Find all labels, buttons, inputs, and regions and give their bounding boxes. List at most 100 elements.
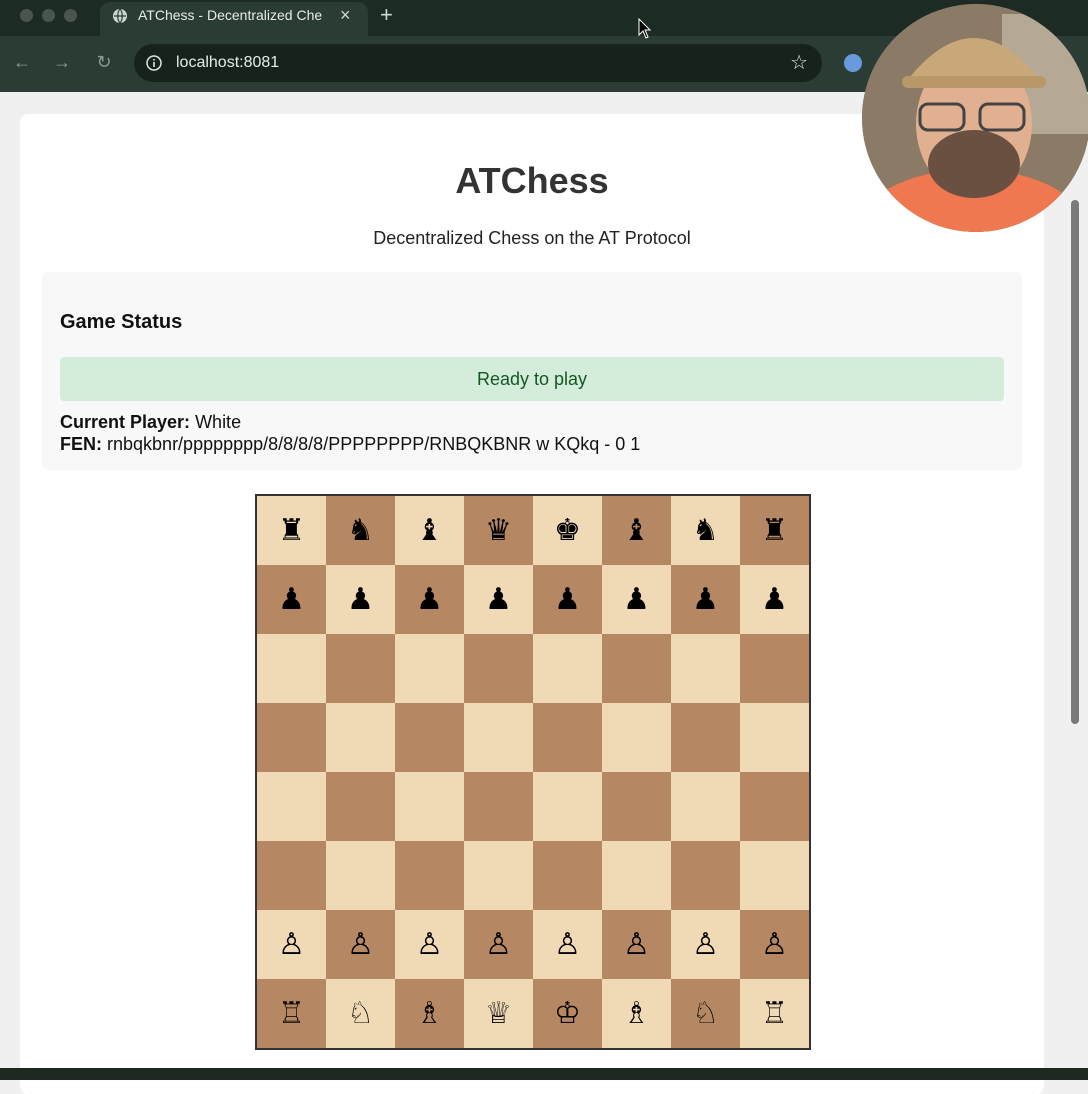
chess-piece[interactable]: ♟ (692, 582, 719, 617)
chess-piece[interactable]: ♙ (485, 927, 512, 962)
bookmark-star-icon[interactable]: ☆ (790, 52, 808, 74)
chess-piece[interactable]: ♙ (761, 927, 788, 962)
chess-piece[interactable]: ♕ (485, 996, 512, 1031)
board-square-a1[interactable]: ♖ (257, 979, 326, 1048)
chess-piece[interactable]: ♟ (416, 582, 443, 617)
chess-piece[interactable]: ♙ (692, 927, 719, 962)
chess-piece[interactable]: ♙ (347, 927, 374, 962)
board-square-b6[interactable] (326, 634, 395, 703)
chess-piece[interactable]: ♟ (623, 582, 650, 617)
board-square-c8[interactable]: ♝ (395, 496, 464, 565)
board-square-e6[interactable] (533, 634, 602, 703)
board-square-f2[interactable]: ♙ (602, 910, 671, 979)
site-info-icon[interactable] (146, 55, 162, 71)
page-scrollbar[interactable] (1071, 200, 1079, 724)
board-square-f3[interactable] (602, 841, 671, 910)
back-icon[interactable]: ← (10, 50, 34, 74)
chess-piece[interactable]: ♟ (761, 582, 788, 617)
chess-piece[interactable]: ♚ (554, 513, 581, 548)
board-square-b4[interactable] (326, 772, 395, 841)
board-square-g3[interactable] (671, 841, 740, 910)
board-square-b2[interactable]: ♙ (326, 910, 395, 979)
chess-piece[interactable]: ♟ (347, 582, 374, 617)
board-square-e2[interactable]: ♙ (533, 910, 602, 979)
board-square-g1[interactable]: ♘ (671, 979, 740, 1048)
board-square-d5[interactable] (464, 703, 533, 772)
board-square-c5[interactable] (395, 703, 464, 772)
board-square-f4[interactable] (602, 772, 671, 841)
board-square-e7[interactable]: ♟ (533, 565, 602, 634)
board-square-h6[interactable] (740, 634, 809, 703)
chess-piece[interactable]: ♗ (416, 996, 443, 1031)
board-square-a6[interactable] (257, 634, 326, 703)
chess-piece[interactable]: ♔ (554, 996, 581, 1031)
chess-piece[interactable]: ♖ (761, 996, 788, 1031)
board-square-g5[interactable] (671, 703, 740, 772)
board-square-f1[interactable]: ♗ (602, 979, 671, 1048)
chess-piece[interactable]: ♟ (485, 582, 512, 617)
board-square-d4[interactable] (464, 772, 533, 841)
chess-piece[interactable]: ♝ (623, 513, 650, 548)
board-square-h4[interactable] (740, 772, 809, 841)
chess-piece[interactable]: ♜ (278, 513, 305, 548)
board-square-e5[interactable] (533, 703, 602, 772)
board-square-e3[interactable] (533, 841, 602, 910)
board-square-d8[interactable]: ♛ (464, 496, 533, 565)
board-square-d7[interactable]: ♟ (464, 565, 533, 634)
board-square-g2[interactable]: ♙ (671, 910, 740, 979)
board-square-h1[interactable]: ♖ (740, 979, 809, 1048)
board-square-c1[interactable]: ♗ (395, 979, 464, 1048)
chess-piece[interactable]: ♙ (416, 927, 443, 962)
board-square-e1[interactable]: ♔ (533, 979, 602, 1048)
board-square-d2[interactable]: ♙ (464, 910, 533, 979)
board-square-c7[interactable]: ♟ (395, 565, 464, 634)
board-square-c4[interactable] (395, 772, 464, 841)
board-square-b3[interactable] (326, 841, 395, 910)
board-square-a3[interactable] (257, 841, 326, 910)
board-square-c3[interactable] (395, 841, 464, 910)
board-square-d1[interactable]: ♕ (464, 979, 533, 1048)
board-square-b8[interactable]: ♞ (326, 496, 395, 565)
chess-piece[interactable]: ♟ (278, 582, 305, 617)
board-square-a5[interactable] (257, 703, 326, 772)
board-square-f8[interactable]: ♝ (602, 496, 671, 565)
address-bar[interactable]: localhost:8081 ☆ (134, 44, 822, 82)
chess-piece[interactable]: ♙ (623, 927, 650, 962)
board-square-h7[interactable]: ♟ (740, 565, 809, 634)
close-tab-icon[interactable]: × (340, 2, 351, 28)
board-square-h5[interactable] (740, 703, 809, 772)
board-square-b1[interactable]: ♘ (326, 979, 395, 1048)
chess-piece[interactable]: ♖ (278, 996, 305, 1031)
chess-piece[interactable]: ♞ (347, 513, 374, 548)
board-square-a7[interactable]: ♟ (257, 565, 326, 634)
chess-piece[interactable]: ♙ (278, 927, 305, 962)
minimize-window-button[interactable] (42, 9, 55, 22)
board-square-b5[interactable] (326, 703, 395, 772)
chess-piece[interactable]: ♗ (623, 996, 650, 1031)
board-square-a8[interactable]: ♜ (257, 496, 326, 565)
chess-piece[interactable]: ♘ (692, 996, 719, 1031)
chess-piece[interactable]: ♝ (416, 513, 443, 548)
board-square-e8[interactable]: ♚ (533, 496, 602, 565)
reload-icon[interactable]: ↻ (92, 50, 116, 74)
board-square-h3[interactable] (740, 841, 809, 910)
chess-piece[interactable]: ♞ (692, 513, 719, 548)
board-square-c2[interactable]: ♙ (395, 910, 464, 979)
extension-icon[interactable] (844, 54, 862, 72)
board-square-g8[interactable]: ♞ (671, 496, 740, 565)
board-square-h8[interactable]: ♜ (740, 496, 809, 565)
chess-piece[interactable]: ♟ (554, 582, 581, 617)
chess-piece[interactable]: ♛ (485, 513, 512, 548)
board-square-b7[interactable]: ♟ (326, 565, 395, 634)
new-tab-button[interactable]: + (380, 2, 393, 28)
board-square-a4[interactable] (257, 772, 326, 841)
chess-piece[interactable]: ♘ (347, 996, 374, 1031)
board-square-d3[interactable] (464, 841, 533, 910)
board-square-c6[interactable] (395, 634, 464, 703)
board-square-f7[interactable]: ♟ (602, 565, 671, 634)
board-square-a2[interactable]: ♙ (257, 910, 326, 979)
board-square-g7[interactable]: ♟ (671, 565, 740, 634)
close-window-button[interactable] (20, 9, 33, 22)
chess-piece[interactable]: ♙ (554, 927, 581, 962)
board-square-g6[interactable] (671, 634, 740, 703)
